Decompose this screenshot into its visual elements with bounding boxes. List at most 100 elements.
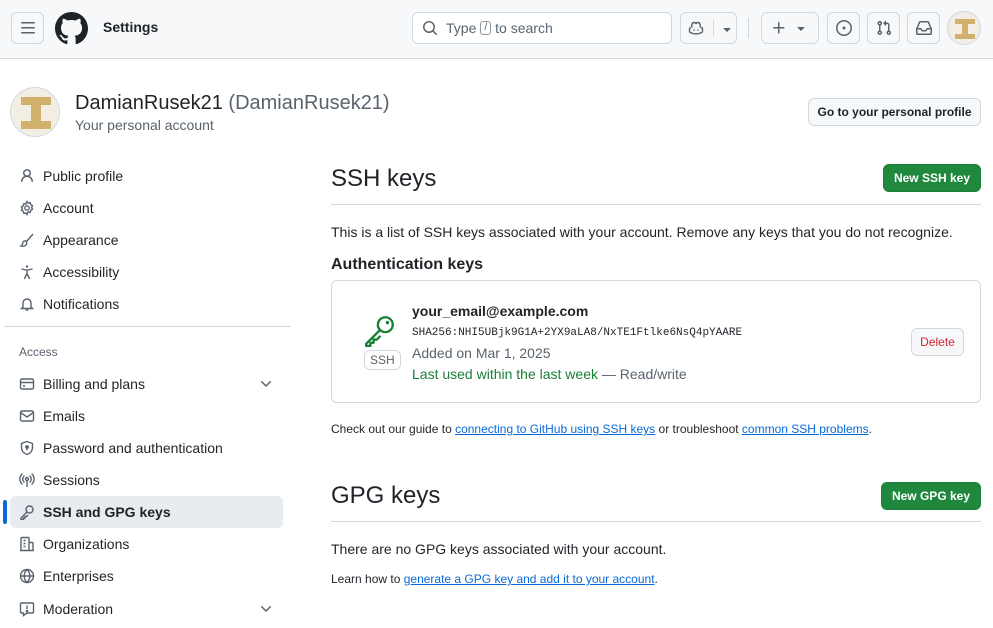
search-placeholder-suffix: to search	[495, 20, 553, 36]
ssh-guide-text: Check out our guide to connecting to Git…	[331, 422, 872, 436]
account-login: (DamianRusek21)	[228, 92, 390, 114]
global-header: Settings Type / to search	[0, 0, 993, 59]
inbox-icon	[915, 20, 932, 36]
user-avatar-menu[interactable]	[947, 11, 981, 45]
mail-icon	[19, 408, 35, 424]
search-shortcut-key: /	[480, 21, 492, 35]
sidebar-item-public-profile[interactable]: Public profile	[10, 160, 283, 192]
new-gpg-key-button[interactable]: New GPG key	[881, 482, 981, 510]
ssh-guide-middle: or troubleshoot	[655, 422, 742, 436]
authentication-keys-heading: Authentication keys	[331, 256, 484, 273]
your-issues-button[interactable]	[827, 12, 860, 44]
sidebar-item-emails[interactable]: Emails	[10, 400, 283, 432]
sidebar-heading-access: Access	[19, 345, 58, 359]
gpg-keys-heading: GPG keys	[331, 482, 441, 509]
sidebar-item-label: Sessions	[43, 472, 100, 488]
accessibility-icon	[19, 264, 35, 280]
sidebar-item-label: Emails	[43, 408, 86, 424]
go-to-profile-button[interactable]: Go to your personal profile	[808, 98, 981, 126]
sidebar-item-organizations[interactable]: Organizations	[10, 528, 283, 560]
gpg-learn-text: Learn how to generate a GPG key and add …	[331, 572, 658, 586]
context-title[interactable]: Settings	[103, 19, 158, 35]
plus-icon	[771, 20, 787, 36]
identicon-icon	[21, 97, 51, 129]
bell-icon	[19, 296, 35, 312]
sidebar-item-account[interactable]: Account	[10, 192, 283, 224]
create-new-button[interactable]	[761, 12, 819, 44]
key-access-level: — Read/write	[598, 366, 687, 382]
ssh-problems-link[interactable]: common SSH problems	[742, 422, 869, 436]
ssh-guide-prefix: Check out our guide to	[331, 422, 456, 436]
gpg-learn-suffix: .	[654, 572, 658, 586]
account-name: DamianRusek21 (DamianRusek21)	[75, 92, 390, 115]
sidebar-item-accessibility[interactable]: Accessibility	[10, 256, 283, 288]
sidebar-item-enterprises[interactable]: Enterprises	[10, 560, 283, 592]
paintbrush-icon	[19, 232, 35, 248]
github-home-link[interactable]	[55, 12, 88, 45]
sidebar-item-label: Billing and plans	[43, 376, 145, 392]
your-pull-requests-button[interactable]	[867, 12, 900, 44]
triangle-down-icon	[793, 20, 809, 36]
organization-icon	[19, 536, 35, 552]
account-display-name[interactable]: DamianRusek21	[75, 92, 223, 114]
sidebar-item-label: Moderation	[43, 601, 114, 617]
sidebar-item-appearance[interactable]: Appearance	[10, 224, 283, 256]
sidebar-divider	[4, 326, 291, 327]
triangle-down-icon[interactable]	[719, 21, 735, 37]
delete-key-button[interactable]: Delete	[911, 328, 964, 356]
key-last-used-text: Last used within the last week	[412, 366, 598, 382]
sidebar-item-password-authentication[interactable]: Password and authentication	[10, 432, 283, 464]
inbox-button[interactable]	[907, 12, 940, 44]
broadcast-icon	[19, 472, 35, 488]
search-placeholder: Type / to search	[446, 20, 553, 36]
key-type-label: SSH	[364, 350, 401, 370]
menu-icon	[20, 20, 36, 36]
copilot-button-divider	[713, 20, 714, 36]
key-icon	[19, 504, 35, 520]
sidebar-item-billing[interactable]: Billing and plans	[10, 368, 283, 400]
account-subtitle: Your personal account	[75, 117, 214, 133]
search-icon	[422, 20, 438, 36]
sidebar-item-label: Notifications	[43, 296, 120, 312]
ssh-description: This is a list of SSH keys associated wi…	[331, 224, 953, 240]
sidebar-item-ssh-gpg-keys[interactable]: SSH and GPG keys	[10, 496, 283, 528]
chevron-down-icon[interactable]	[258, 376, 274, 392]
chevron-down-icon[interactable]	[258, 601, 274, 617]
active-indicator	[3, 500, 7, 524]
credit-card-icon	[19, 376, 35, 392]
key-last-used: Last used within the last week — Read/wr…	[412, 366, 687, 382]
account-avatar[interactable]	[10, 87, 60, 137]
ssh-keys-heading: SSH keys	[331, 165, 437, 192]
key-fingerprint: SHA256:NHI5UBjk9G1A+2YX9aLA8/NxTE1Ftlke6…	[412, 327, 743, 339]
ssh-section-divider	[331, 204, 981, 205]
sidebar-item-notifications[interactable]: Notifications	[10, 288, 283, 320]
header-divider	[748, 18, 749, 38]
connecting-ssh-guide-link[interactable]: connecting to GitHub using SSH keys	[455, 422, 655, 436]
key-added-date: Added on Mar 1, 2025	[412, 345, 551, 361]
gpg-section-divider	[331, 521, 981, 522]
gear-icon	[19, 200, 35, 216]
sidebar-item-label: Enterprises	[43, 568, 114, 584]
open-global-navigation-button[interactable]	[11, 12, 44, 44]
git-pull-request-icon	[876, 20, 892, 36]
sidebar-item-label: Appearance	[43, 232, 119, 248]
person-icon	[19, 168, 35, 184]
ssh-key-item: SSH your_email@example.com SHA256:NHI5UB…	[331, 280, 981, 403]
issue-opened-icon	[835, 20, 852, 36]
sidebar-item-label: SSH and GPG keys	[43, 504, 171, 520]
globe-icon	[19, 568, 35, 584]
search-input[interactable]: Type / to search	[412, 12, 672, 44]
key-icon	[363, 313, 397, 347]
new-ssh-key-button[interactable]: New SSH key	[883, 164, 981, 192]
identicon-icon	[955, 19, 975, 39]
generate-gpg-key-link[interactable]: generate a GPG key and add it to your ac…	[404, 572, 655, 586]
search-placeholder-prefix: Type	[446, 20, 477, 36]
gpg-empty-text: There are no GPG keys associated with yo…	[331, 541, 667, 557]
sidebar-item-label: Password and authentication	[43, 440, 223, 456]
sidebar-item-sessions[interactable]: Sessions	[10, 464, 283, 496]
copilot-icon	[688, 20, 704, 36]
copilot-button[interactable]	[680, 12, 737, 44]
report-icon	[19, 601, 35, 617]
gpg-learn-prefix: Learn how to	[331, 572, 404, 586]
sidebar-item-moderation[interactable]: Moderation	[10, 593, 283, 625]
